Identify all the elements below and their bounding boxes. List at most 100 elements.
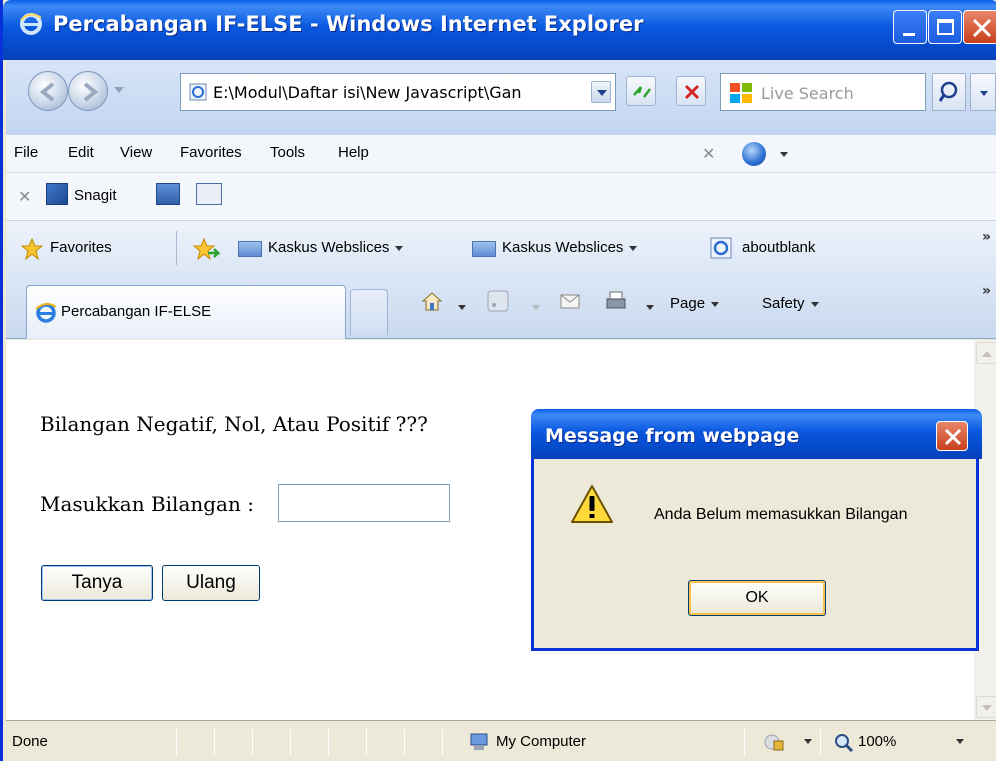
recent-pages-dropdown[interactable]	[114, 87, 124, 93]
fav-link-kaskus-1[interactable]: Kaskus Webslices	[268, 239, 404, 256]
scroll-down-button[interactable]	[976, 696, 996, 718]
capture-window-icon[interactable]	[196, 183, 222, 205]
maximize-button[interactable]	[928, 10, 962, 44]
navigation-bar: E:\Modul\Daftar isi\New Javascript\Gan L…	[6, 60, 996, 135]
chevron-down-icon[interactable]	[646, 305, 654, 310]
page-menu[interactable]: Page	[670, 295, 720, 312]
menu-view[interactable]: View	[120, 144, 152, 161]
snagit-toolbar: ✕ Snagit	[6, 173, 996, 221]
chevron-down-icon[interactable]	[532, 305, 540, 310]
close-icon	[944, 428, 962, 446]
my-computer-icon	[470, 733, 488, 750]
stop-button[interactable]	[676, 76, 706, 106]
chevron-down-icon[interactable]	[956, 739, 964, 744]
chevron-down-icon[interactable]	[458, 305, 466, 310]
search-icon	[938, 81, 958, 102]
status-text: Done	[12, 733, 48, 750]
search-options-button[interactable]	[970, 73, 996, 111]
protected-mode-icon[interactable]	[762, 731, 786, 753]
favorites-star-icon	[20, 237, 44, 261]
title-bar: Percabangan IF-ELSE - Windows Internet E…	[3, 0, 996, 60]
home-icon[interactable]	[420, 289, 444, 313]
status-divider	[404, 729, 405, 755]
close-toolbar-icon[interactable]: ✕	[18, 187, 31, 206]
ie-logo-icon	[35, 303, 57, 323]
chevron-down-icon	[395, 245, 404, 251]
chevron-down-icon	[629, 245, 638, 251]
status-divider	[744, 729, 745, 755]
menu-file[interactable]: File	[14, 144, 38, 161]
close-toolbar-icon[interactable]: ✕	[702, 144, 715, 163]
refresh-button[interactable]	[626, 76, 656, 106]
dialog-close-button[interactable]	[936, 421, 968, 451]
tab-row: Percabangan IF-ELSE Page Safety »	[6, 275, 996, 339]
browser-window: Percabangan IF-ELSE - Windows Internet E…	[0, 0, 996, 761]
ask-button[interactable]: Tanya	[41, 565, 153, 601]
menu-bar: File Edit View Favorites Tools Help ✕	[6, 135, 996, 173]
capture-icon[interactable]	[156, 183, 180, 205]
page-menu-label: Page	[670, 295, 706, 312]
status-divider	[442, 729, 443, 755]
status-divider	[290, 729, 291, 755]
add-favorites-icon[interactable]	[192, 235, 220, 263]
reset-button[interactable]: Ulang	[162, 565, 260, 601]
chevron-down-icon	[980, 91, 988, 96]
fav-link-aboutblank[interactable]: aboutblank	[742, 239, 815, 256]
address-bar[interactable]: E:\Modul\Daftar isi\New Javascript\Gan	[180, 73, 616, 111]
feeds-icon[interactable]	[486, 289, 510, 313]
forward-icon	[83, 82, 99, 102]
snagit-button-label[interactable]: Snagit	[74, 187, 117, 204]
zoom-level[interactable]: 100%	[858, 733, 896, 750]
tab-label: Percabangan IF-ELSE	[61, 303, 212, 320]
menu-edit[interactable]: Edit	[68, 144, 94, 161]
menu-favorites[interactable]: Favorites	[180, 144, 242, 161]
snagit-icon[interactable]	[46, 183, 68, 205]
status-divider	[176, 729, 177, 755]
more-chevron-icon[interactable]: »	[982, 229, 991, 245]
menu-tools[interactable]: Tools	[270, 144, 305, 161]
ok-button[interactable]: OK	[688, 580, 826, 616]
security-zone[interactable]: My Computer	[496, 733, 586, 750]
dialog-message: Anda Belum memasukkan Bilangan	[654, 506, 908, 523]
status-divider	[328, 729, 329, 755]
status-divider	[214, 729, 215, 755]
status-divider	[252, 729, 253, 755]
tab-active[interactable]: Percabangan IF-ELSE	[26, 285, 346, 339]
menu-help[interactable]: Help	[338, 144, 369, 161]
ie-logo-icon	[20, 13, 42, 35]
close-window-button[interactable]	[963, 10, 996, 44]
favorites-button[interactable]: Favorites	[50, 239, 112, 256]
back-icon	[39, 82, 55, 102]
safety-menu[interactable]: Safety	[762, 295, 819, 312]
fav-link-kaskus-2[interactable]: Kaskus Webslices	[502, 239, 638, 256]
minimize-button[interactable]	[893, 10, 927, 44]
mail-icon[interactable]	[558, 289, 582, 313]
close-icon	[972, 18, 992, 38]
chevron-down-icon[interactable]	[804, 739, 812, 744]
webslice-icon	[238, 241, 262, 257]
address-dropdown-button[interactable]	[591, 81, 611, 103]
search-button[interactable]	[932, 73, 966, 111]
more-chevron-icon[interactable]: »	[982, 283, 991, 299]
new-tab-button[interactable]	[350, 289, 388, 335]
status-bar: Done My Computer 100%	[6, 720, 996, 761]
scroll-up-button[interactable]	[976, 342, 996, 364]
url-text[interactable]: E:\Modul\Daftar isi\New Javascript\Gan	[213, 83, 563, 102]
number-input[interactable]	[278, 484, 450, 522]
refresh-icon	[633, 86, 651, 98]
globe-dropdown[interactable]	[780, 152, 788, 157]
page-icon	[189, 83, 207, 101]
fav-link-label: Kaskus Webslices	[502, 239, 624, 256]
forward-button[interactable]	[68, 71, 108, 111]
back-button[interactable]	[28, 71, 68, 111]
window-title: Percabangan IF-ELSE - Windows Internet E…	[53, 12, 644, 36]
chevron-down-icon	[810, 301, 819, 307]
separator	[176, 231, 177, 265]
print-icon[interactable]	[604, 289, 628, 313]
status-divider	[366, 729, 367, 755]
search-box[interactable]: Live Search	[720, 73, 926, 111]
globe-icon[interactable]	[742, 142, 766, 166]
input-label: Masukkan Bilangan :	[40, 492, 254, 516]
zoom-icon[interactable]	[834, 733, 854, 753]
favorites-bar: Favorites Kaskus Webslices Kaskus Websli…	[6, 221, 996, 275]
